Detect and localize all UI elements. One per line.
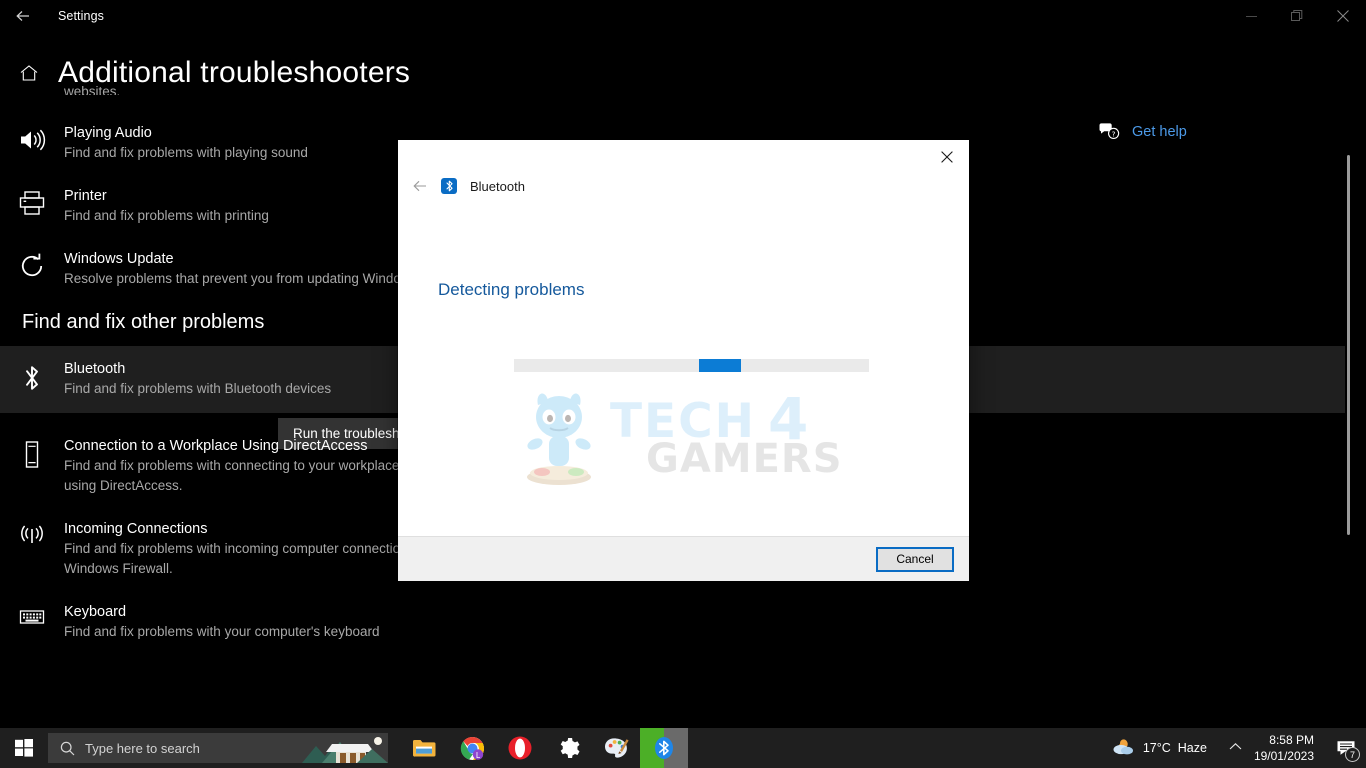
taskbar-item-file-explorer[interactable]	[400, 728, 448, 768]
bluetooth-icon	[0, 360, 64, 399]
taskbar-item-opera[interactable]	[496, 728, 544, 768]
speaker-icon	[0, 124, 64, 163]
taskbar-app-icons: L	[400, 728, 688, 768]
list-item-description: Resolve problems that prevent you from u…	[64, 269, 421, 289]
window-back-button[interactable]	[0, 0, 46, 32]
list-item-text: Bluetooth Find and fix problems with Blu…	[64, 360, 351, 399]
list-item-title: Bluetooth	[64, 360, 331, 379]
chevron-up-icon[interactable]	[1217, 742, 1254, 754]
list-item-text: Playing Audio Find and fix problems with…	[64, 124, 328, 163]
settings-scrollbar[interactable]	[1347, 155, 1350, 535]
refresh-icon	[0, 250, 64, 289]
list-item-text: Printer Find and fix problems with print…	[64, 187, 289, 226]
list-item-title: Keyboard	[64, 603, 379, 622]
clock-date: 19/01/2023	[1254, 748, 1314, 764]
close-icon[interactable]	[931, 144, 963, 170]
clock-time: 8:58 PM	[1254, 732, 1314, 748]
list-item-description: Find and fix problems with your computer…	[64, 622, 379, 642]
dialog-back-button[interactable]	[412, 180, 428, 192]
taskbar-item-chrome[interactable]: L	[448, 728, 496, 768]
minimize-button[interactable]	[1228, 0, 1274, 32]
taskbar-item-bluetooth[interactable]	[640, 728, 688, 768]
list-item-description: Find and fix problems with printing	[64, 206, 269, 226]
dialog-titlebar	[398, 140, 969, 174]
close-button[interactable]	[1320, 0, 1366, 32]
bluetooth-icon	[441, 178, 457, 194]
taskbar: Type here to search	[0, 728, 1366, 768]
progress-bar-chunk	[699, 359, 741, 372]
device-icon	[0, 437, 64, 496]
weather-haze-icon	[1110, 735, 1136, 762]
watermark-logo: TECH 4 GAMERS	[516, 384, 846, 489]
system-tray: 17°C Haze 8:58 PM 19/01/2023 7	[1110, 728, 1366, 768]
progress-bar	[514, 359, 869, 372]
cancel-button[interactable]: Cancel	[877, 548, 953, 571]
mascot-icon	[516, 387, 602, 487]
taskbar-item-settings[interactable]	[544, 728, 592, 768]
list-item-text: Windows Update Resolve problems that pre…	[64, 250, 441, 289]
window-title: Settings	[58, 9, 104, 23]
list-item-title: Playing Audio	[64, 124, 308, 143]
dialog-nav-title: Bluetooth	[470, 179, 525, 194]
watermark-gamers: GAMERS	[646, 442, 843, 477]
search-input[interactable]: Type here to search	[48, 733, 388, 763]
dialog-footer: Cancel	[398, 536, 969, 581]
weather-condition: Haze	[1178, 741, 1207, 755]
dialog-heading: Detecting problems	[438, 280, 584, 300]
home-icon[interactable]	[0, 62, 58, 84]
weather-temperature: 17°C	[1143, 741, 1171, 755]
watermark-text: TECH 4 GAMERS	[610, 396, 843, 478]
list-item[interactable]: Keyboard Find and fix problems with your…	[0, 597, 1345, 648]
taskbar-item-paint[interactable]	[592, 728, 640, 768]
search-icon	[60, 741, 75, 756]
dialog-nav: Bluetooth	[398, 174, 969, 194]
list-item-title: Windows Update	[64, 250, 421, 269]
window-titlebar: Settings	[0, 0, 1366, 32]
troubleshooter-dialog: Bluetooth Detecting problems	[398, 140, 969, 581]
weather-widget[interactable]: 17°C Haze	[1110, 735, 1217, 762]
settings-screen: Settings Additional troubleshooters	[0, 0, 1366, 768]
search-placeholder: Type here to search	[85, 741, 200, 756]
printer-icon	[0, 187, 64, 226]
clipped-description-text: websites.	[64, 84, 120, 95]
restore-button[interactable]	[1274, 0, 1320, 32]
clock-widget[interactable]: 8:58 PM 19/01/2023	[1254, 732, 1326, 764]
windows-start-icon[interactable]	[0, 728, 48, 768]
keyboard-icon	[0, 603, 64, 642]
list-item-description: Find and fix problems with playing sound	[64, 143, 308, 163]
search-decorative-image	[302, 733, 388, 763]
list-item-description: Find and fix problems with Bluetooth dev…	[64, 379, 331, 399]
list-item-title: Printer	[64, 187, 269, 206]
notification-count-badge: 7	[1345, 747, 1360, 762]
notification-icon[interactable]: 7	[1326, 728, 1366, 768]
list-item-text: Keyboard Find and fix problems with your…	[64, 603, 399, 642]
dialog-body: Detecting problems	[398, 194, 969, 536]
broadcast-icon	[0, 520, 64, 579]
